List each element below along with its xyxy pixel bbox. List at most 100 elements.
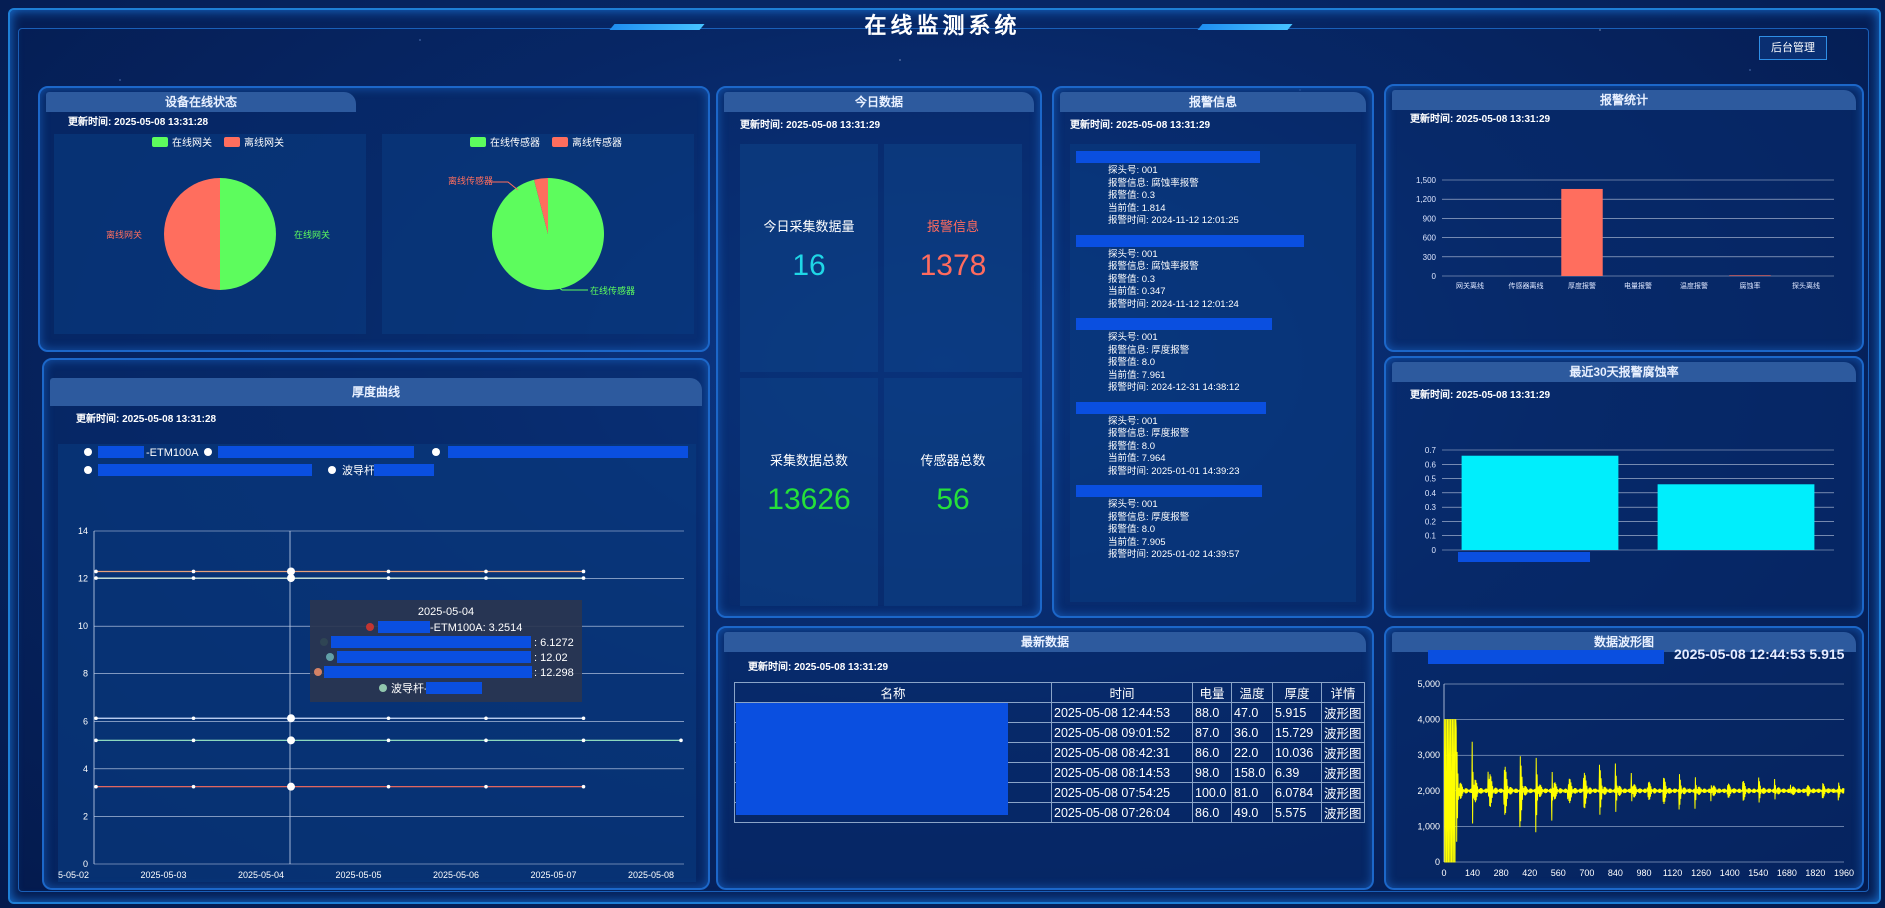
- column-header-temperature[interactable]: 温度: [1231, 682, 1273, 703]
- tooltip-row: : 6.1272: [534, 637, 574, 649]
- admin-button[interactable]: 后台管理: [1759, 36, 1827, 60]
- stat-label: 传感器总数: [920, 453, 986, 468]
- data-point: [581, 738, 586, 743]
- column-header-name[interactable]: 名称: [734, 682, 1052, 703]
- data-point: [191, 784, 196, 789]
- stat-value: 56: [936, 483, 970, 516]
- update-time: 更新时间: 2025-05-08 13:31:29: [1410, 390, 1551, 401]
- waveform-header: 2025-05-08 12:44:53 5.915: [1674, 646, 1845, 662]
- waveform-series: [1443, 719, 1845, 863]
- cell-detail[interactable]: 波形图: [1321, 782, 1365, 803]
- data-point: [191, 738, 196, 743]
- alert-probe: 探头号: 001: [1108, 415, 1158, 427]
- alert-probe: 探头号: 001: [1108, 499, 1158, 510]
- latest-data-panel: 最新数据 更新时间: 2025-05-08 13:31:29 名称 时间 电量 …: [716, 626, 1374, 890]
- cell-battery: 87.0: [1192, 722, 1232, 743]
- data-point: [581, 569, 586, 574]
- y-tick-label: 1,000: [1417, 821, 1440, 831]
- x-tick-label: 280: [1494, 868, 1509, 878]
- column-header-time[interactable]: 时间: [1051, 682, 1193, 703]
- redacted-block: [98, 446, 144, 458]
- cell-time: 2025-05-08 08:14:53: [1051, 762, 1193, 783]
- stat-value: 16: [792, 249, 826, 282]
- table-header-row: 名称 时间 电量 温度 厚度 详情: [734, 682, 1365, 703]
- tooltip-marker: [314, 668, 322, 676]
- alert-current: 当前值: 0.347: [1108, 286, 1166, 297]
- alert-list[interactable]: 探头号: 001 报警信息: 腐蚀率报警 报警值: 0.3 当前值: 1.814 报警时…: [1070, 144, 1356, 602]
- thickness-chart-area: -ETM100A 波导杆- 0 2 4 6 8 10 12 14 2025-05-02 2025-…: [43, 444, 696, 882]
- y-tick-label: 0.1: [1425, 532, 1437, 541]
- waveform-chart: 0 1,000 2,000 3,000 4,000 5,000 0 140 280 420 560 7…: [1417, 679, 1854, 878]
- data-point: [287, 736, 295, 745]
- redacted-block: [98, 464, 312, 476]
- x-tick-label: 1680: [1777, 868, 1797, 878]
- column-header-battery[interactable]: 电量: [1192, 682, 1232, 703]
- y-tick-label: 0.5: [1425, 475, 1437, 484]
- data-point: [287, 782, 295, 791]
- cell-time: 2025-05-08 09:01:52: [1051, 722, 1193, 743]
- pie-slice: [220, 178, 276, 290]
- data-point: [386, 569, 391, 574]
- alert-item[interactable]: 探头号: 001 报警信息: 腐蚀率报警 报警值: 0.3 当前值: 1.814 报警时…: [1070, 151, 1356, 228]
- redacted-block: [448, 446, 688, 458]
- tooltip-row: -ETM100A: 3.2514: [430, 622, 522, 634]
- alert-item[interactable]: 探头号: 001 报警信息: 厚度报警 报警值: 8.0 当前值: 7.961 报警时间…: [1070, 318, 1356, 395]
- cell-detail[interactable]: 波形图: [1321, 802, 1365, 823]
- tooltip-marker: [366, 623, 374, 631]
- data-point: [94, 716, 98, 721]
- cell-detail[interactable]: 波形图: [1321, 722, 1365, 743]
- x-tick-label: 2025-05-07: [530, 870, 576, 880]
- redacted-block: [1458, 552, 1590, 562]
- data-point: [484, 716, 488, 721]
- cell-temperature: 47.0: [1231, 702, 1273, 723]
- x-tick-label: 2025-05-08: [628, 870, 674, 880]
- alert-info: 报警信息: 腐蚀率报警: [1108, 177, 1199, 189]
- alert-item[interactable]: 探头号: 001 报警信息: 厚度报警 报警值: 8.0 当前值: 7.905 报警时间…: [1070, 485, 1356, 562]
- alert-time: 报警时间: 2025-01-02 14:39:57: [1108, 549, 1240, 560]
- legend-online: 在线网关: [172, 136, 212, 149]
- redacted-block: [1076, 401, 1266, 414]
- data-point: [386, 576, 391, 580]
- legend[interactable]: -ETM100A 波导杆-: [84, 446, 688, 477]
- cell-detail[interactable]: 波形图: [1321, 762, 1365, 783]
- sensor-pie-chart: 在线传感器 离线传感器 在线传感器 离线传感器: [448, 136, 635, 296]
- y-tick-label: 0: [1432, 272, 1437, 281]
- tooltip-row: 波导杆-: [391, 681, 428, 695]
- x-tick-label: 网关离线: [1456, 281, 1484, 290]
- cell-detail[interactable]: 波形图: [1321, 742, 1365, 763]
- y-tick-label: 3,000: [1417, 750, 1440, 760]
- redacted-block: [218, 446, 414, 458]
- alert-stats-panel: 报警统计 更新时间: 2025-05-08 13:31:29 0 300 600 90…: [1384, 84, 1864, 352]
- cell-thickness: 6.39: [1272, 762, 1322, 783]
- alert-stats-bar-chart: 0 300 600 900 1,200 1,500 网关离线 传感器离线 厚度报警 电量报警 温度报…: [1416, 176, 1834, 290]
- legend-offline: 离线网关: [244, 136, 284, 149]
- x-tick-label: 厚度报警: [1568, 281, 1596, 290]
- y-tick-label: 0.7: [1425, 446, 1437, 455]
- y-tick-label: 6: [83, 716, 88, 726]
- x-tick-label: 电量报警: [1624, 281, 1652, 290]
- panel-title: 设备在线状态: [46, 92, 356, 112]
- y-tick-label: 600: [1423, 234, 1437, 243]
- legend-online: 在线传感器: [490, 136, 540, 149]
- alert-threshold: 报警值: 0.3: [1108, 190, 1155, 201]
- data-point: [484, 569, 488, 574]
- redacted-block: [1076, 485, 1262, 497]
- y-tick-label: 1,200: [1416, 195, 1437, 204]
- y-tick-label: 2: [83, 811, 88, 821]
- cell-detail[interactable]: 波形图: [1321, 702, 1365, 723]
- alert-item[interactable]: 探头号: 001 报警信息: 腐蚀率报警 报警值: 0.3 当前值: 0.347 报警时…: [1070, 234, 1356, 312]
- alert-threshold: 报警值: 8.0: [1108, 524, 1155, 535]
- column-header-detail[interactable]: 详情: [1321, 682, 1365, 703]
- update-time: 更新时间: 2025-05-08 13:31:28: [68, 117, 209, 128]
- stat-value: 13626: [767, 483, 851, 516]
- redacted-block: [426, 682, 482, 694]
- today-panel: 今日数据 更新时间: 2025-05-08 13:31:29 今日采集数据量 1…: [716, 86, 1042, 618]
- bar: [1561, 188, 1603, 276]
- bar: [1461, 455, 1619, 550]
- alert-item[interactable]: 探头号: 001 报警信息: 厚度报警 报警值: 8.0 当前值: 7.964 报警时间…: [1070, 401, 1356, 479]
- cell-temperature: 36.0: [1231, 722, 1273, 743]
- cell-time: 2025-05-08 08:42:31: [1051, 742, 1193, 763]
- data-point: [94, 784, 98, 789]
- legend-marker: [328, 466, 336, 474]
- column-header-thickness[interactable]: 厚度: [1272, 682, 1322, 703]
